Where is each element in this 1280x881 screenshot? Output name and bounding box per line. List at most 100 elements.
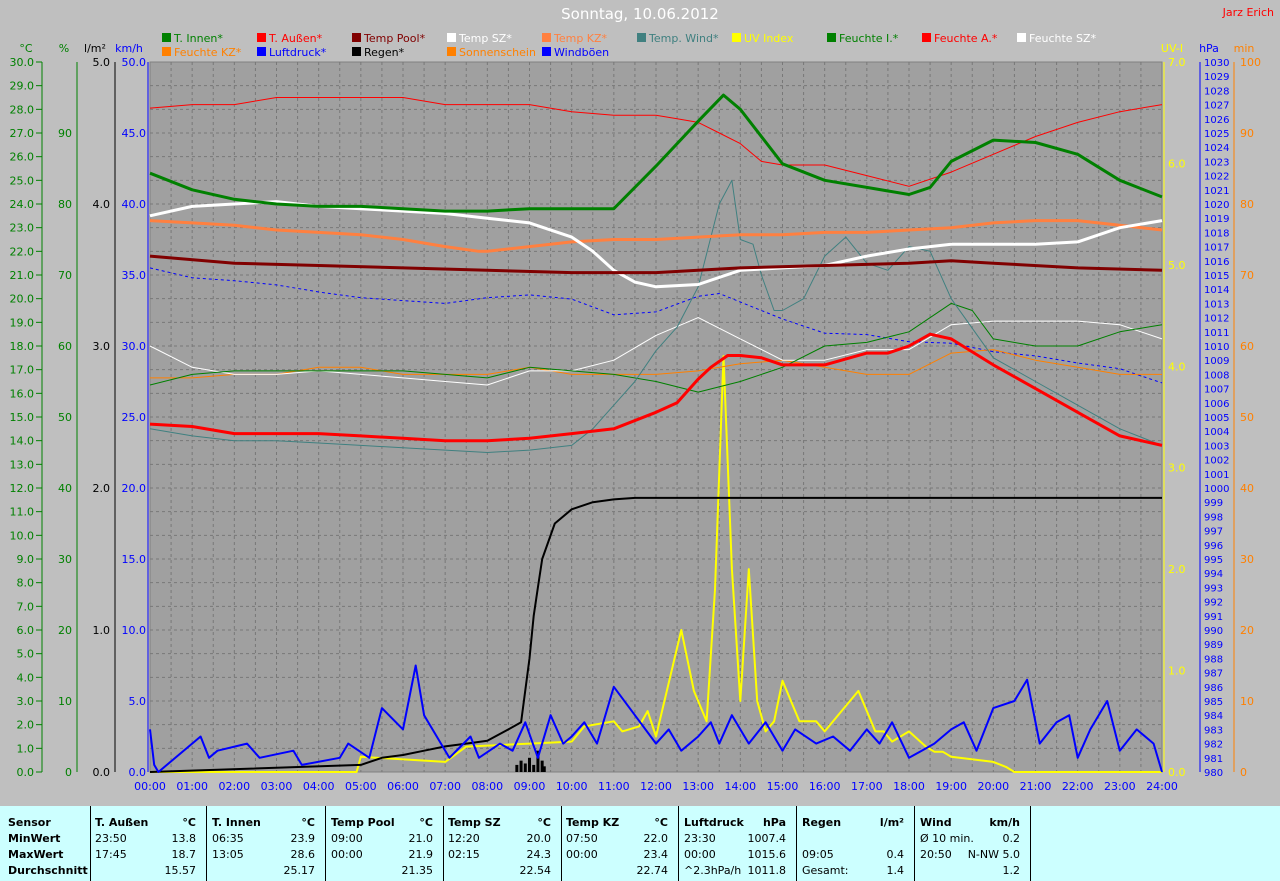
hpa-tick: 1014 — [1204, 285, 1229, 296]
kmh-tick: 30.0 — [122, 340, 147, 353]
hpa-tick: 1017 — [1204, 243, 1229, 254]
x-tick-label: 21:00 — [1020, 780, 1052, 793]
axis-unit-label: l/m² — [84, 42, 106, 55]
x-tick-label: 01:00 — [176, 780, 208, 793]
hpa-tick: 1029 — [1204, 72, 1229, 83]
hpa-tick: 983 — [1204, 725, 1223, 736]
legend-swatch — [257, 33, 266, 42]
kmh-tick: 25.0 — [122, 411, 147, 424]
min-tick: 80 — [1240, 198, 1254, 211]
stats-value: N-NW 5.0 — [967, 848, 1020, 861]
stats-separator — [206, 806, 207, 881]
celsius-tick: 23.0 — [10, 222, 35, 235]
stats-row-label: MinWert — [8, 832, 61, 845]
stats-header: Temp KZ — [566, 816, 620, 829]
legend-swatch — [637, 33, 646, 42]
axis-unit-label: UV-I — [1161, 42, 1183, 55]
min-tick: 40 — [1240, 482, 1254, 495]
stats-value: 22.0 — [643, 832, 669, 845]
author-label: Jarz Erich — [1222, 6, 1274, 19]
hpa-tick: 1019 — [1204, 214, 1229, 225]
hpa-tick: 1030 — [1204, 58, 1229, 69]
legend-label: T. Außen* — [268, 32, 323, 45]
hpa-tick: 991 — [1204, 612, 1223, 623]
legend-swatch — [447, 47, 456, 56]
min-tick: 70 — [1240, 269, 1254, 282]
legend-label: Sonnenschein — [459, 46, 536, 59]
legend-swatch — [447, 33, 456, 42]
legend-swatch — [257, 47, 266, 56]
percent-tick: 0 — [65, 766, 72, 779]
rain-tick: 5.0 — [93, 56, 111, 69]
uv-tick: 0.0 — [1168, 766, 1186, 779]
legend-swatch — [542, 47, 551, 56]
kmh-tick: 0.0 — [129, 766, 147, 779]
hpa-tick: 1002 — [1204, 456, 1229, 467]
rain-bar — [515, 764, 519, 772]
hpa-tick: 989 — [1204, 640, 1223, 651]
legend-swatch — [162, 47, 171, 56]
hpa-tick: 1000 — [1204, 484, 1229, 495]
stats-value: 28.6 — [290, 848, 316, 861]
hpa-tick: 1020 — [1204, 200, 1229, 211]
stats-value: 21.9 — [408, 848, 434, 861]
celsius-tick: 16.0 — [10, 387, 35, 400]
x-tick-label: 16:00 — [809, 780, 841, 793]
x-tick-label: 00:00 — [134, 780, 166, 793]
x-tick-label: 03:00 — [261, 780, 293, 793]
stats-value: 22.74 — [636, 864, 669, 877]
legend-label: Feuchte SZ* — [1029, 32, 1097, 45]
min-tick: 100 — [1240, 56, 1261, 69]
stats-separator — [90, 806, 91, 881]
celsius-tick: 29.0 — [10, 80, 35, 93]
celsius-tick: 4.0 — [17, 671, 35, 684]
celsius-tick: 12.0 — [10, 482, 35, 495]
hpa-tick: 1011 — [1204, 328, 1229, 339]
min-tick: 60 — [1240, 340, 1254, 353]
x-tick-label: 19:00 — [935, 780, 967, 793]
hpa-tick: 1007 — [1204, 385, 1229, 396]
stats-value: 1007.4 — [747, 832, 787, 845]
percent-tick: 30 — [58, 553, 72, 566]
stats-value: 21.35 — [401, 864, 434, 877]
percent-tick: 50 — [58, 411, 72, 424]
rain-tick: 1.0 — [93, 624, 111, 637]
celsius-tick: 7.0 — [17, 600, 35, 613]
legend-swatch — [542, 33, 551, 42]
percent-tick: 60 — [58, 340, 72, 353]
stats-unit: km/h — [989, 816, 1020, 829]
hpa-tick: 999 — [1204, 498, 1223, 509]
hpa-tick: 981 — [1204, 754, 1223, 765]
hpa-tick: 1022 — [1204, 172, 1229, 183]
chart-title: Sonntag, 10.06.2012 — [561, 5, 719, 23]
stats-unit: °C — [654, 816, 668, 829]
stats-value: 23.4 — [643, 848, 669, 861]
celsius-tick: 27.0 — [10, 127, 35, 140]
hpa-tick: 990 — [1204, 626, 1223, 637]
stats-header: Sensor — [8, 816, 51, 829]
hpa-tick: 993 — [1204, 583, 1223, 594]
legend-label: Feuchte I.* — [839, 32, 899, 45]
x-tick-label: 08:00 — [471, 780, 503, 793]
uv-tick: 5.0 — [1168, 259, 1186, 272]
celsius-tick: 14.0 — [10, 435, 35, 448]
x-tick-label: 23:00 — [1104, 780, 1136, 793]
axis-unit-label: °C — [19, 42, 33, 55]
percent-tick: 80 — [58, 198, 72, 211]
hpa-tick: 985 — [1204, 697, 1223, 708]
hpa-tick: 1021 — [1204, 186, 1229, 197]
legend-label: Feuchte A.* — [934, 32, 998, 45]
stats-unit: l/m² — [879, 816, 904, 829]
stats-value: 25.17 — [283, 864, 316, 877]
stats-header: Wind — [920, 816, 952, 829]
legend-swatch — [732, 33, 741, 42]
hpa-tick: 996 — [1204, 541, 1223, 552]
min-tick: 30 — [1240, 553, 1254, 566]
legend-swatch — [162, 33, 171, 42]
hpa-tick: 1010 — [1204, 342, 1229, 353]
hpa-tick: 1013 — [1204, 299, 1229, 310]
hpa-tick: 980 — [1204, 768, 1223, 779]
hpa-tick: 1016 — [1204, 257, 1229, 268]
x-tick-label: 02:00 — [218, 780, 250, 793]
hpa-tick: 995 — [1204, 555, 1223, 566]
